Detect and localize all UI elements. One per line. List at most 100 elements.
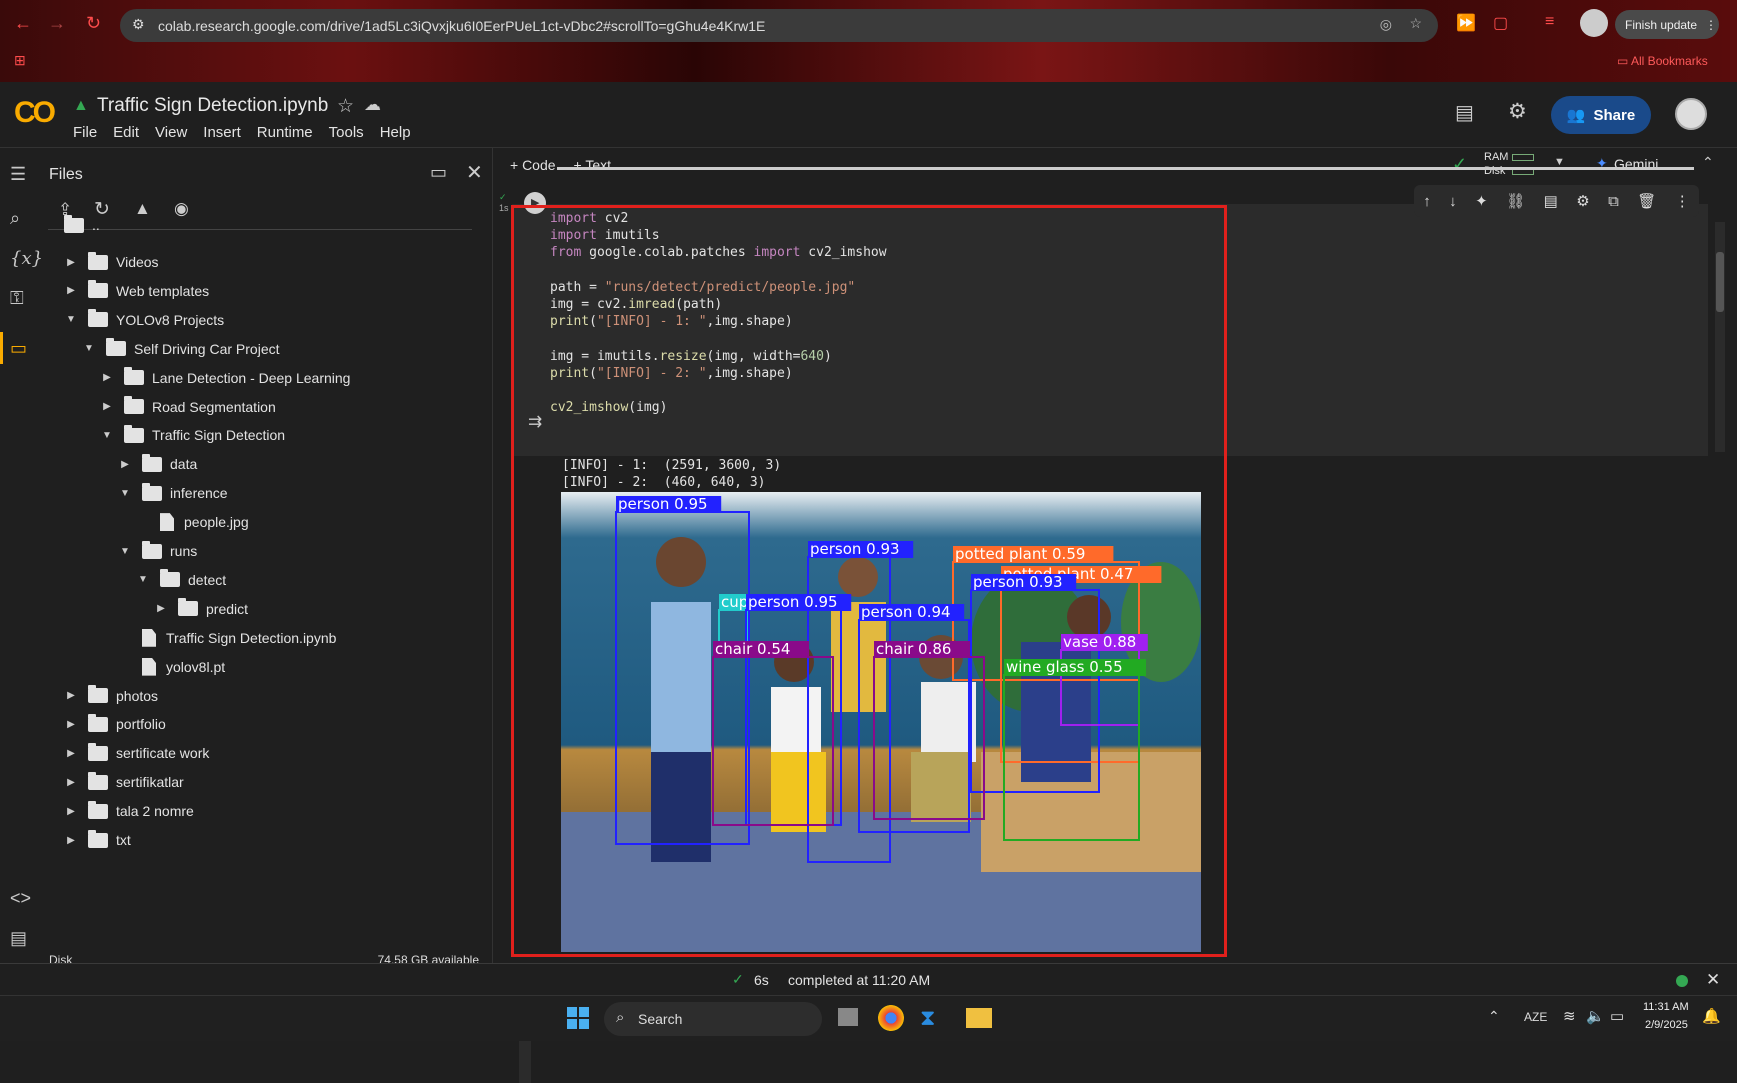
- caret-right-icon[interactable]: ▶: [64, 835, 78, 846]
- menu-file[interactable]: File: [73, 124, 97, 141]
- user-avatar[interactable]: [1675, 98, 1707, 130]
- star-icon[interactable]: ☆: [337, 95, 354, 118]
- search-icon[interactable]: ⌕: [10, 208, 20, 229]
- caret-down-icon[interactable]: ▼: [136, 574, 150, 585]
- all-bookmarks[interactable]: ▭ All Bookmarks: [1617, 54, 1708, 68]
- tree-item[interactable]: ▶ Road Segmentation: [100, 393, 276, 421]
- mirror-icon[interactable]: ⧉: [1608, 193, 1619, 210]
- variables-icon[interactable]: {x}: [10, 248, 43, 269]
- close-icon[interactable]: ✕: [1706, 970, 1720, 990]
- tree-item[interactable]: ▶ data: [118, 450, 197, 478]
- tree-item[interactable]: ▶ predict: [154, 595, 248, 623]
- caret-right-icon[interactable]: ▶: [154, 603, 168, 614]
- notebook-title[interactable]: Traffic Sign Detection.ipynb: [97, 95, 328, 117]
- tree-item[interactable]: ▶ Videos: [64, 248, 159, 276]
- extension-icon[interactable]: ⏩: [1456, 13, 1476, 33]
- address-bar[interactable]: ⚙ colab.research.google.com/drive/1ad5Lc…: [120, 9, 1438, 42]
- tree-item[interactable]: ▶ txt: [64, 826, 131, 854]
- link-icon[interactable]: ⛓: [1506, 192, 1525, 210]
- puzzle-icon[interactable]: ▢: [1493, 13, 1508, 33]
- vscode-icon[interactable]: ⧗: [920, 1005, 935, 1031]
- apps-icon[interactable]: ⊞: [14, 52, 26, 69]
- forward-icon[interactable]: →: [48, 13, 66, 34]
- tree-item[interactable]: ▼ runs: [118, 537, 197, 565]
- file-explorer-icon[interactable]: [966, 1008, 992, 1028]
- caret-down-icon[interactable]: ▼: [64, 314, 78, 325]
- close-icon[interactable]: ✕: [466, 160, 483, 185]
- more-icon[interactable]: ⋮: [1675, 192, 1690, 210]
- folder-icon[interactable]: ▭: [10, 338, 27, 359]
- wifi-icon[interactable]: ≋: [1563, 1007, 1576, 1025]
- tree-item[interactable]: ▼ Traffic Sign Detection: [100, 421, 285, 449]
- menu-view[interactable]: View: [155, 124, 187, 141]
- menu-runtime[interactable]: Runtime: [257, 124, 313, 141]
- caret-down-icon[interactable]: ▼: [100, 430, 114, 441]
- tree-item[interactable]: ▶ tala 2 nomre: [64, 797, 194, 825]
- tree-item[interactable]: ▼ inference: [118, 479, 228, 507]
- language-indicator[interactable]: AZE: [1524, 1010, 1547, 1024]
- key-icon[interactable]: ⚿: [10, 288, 24, 309]
- reading-list-icon[interactable]: ≡: [1545, 13, 1554, 31]
- colab-logo[interactable]: CO: [14, 96, 56, 130]
- comment-icon[interactable]: ▤: [1455, 100, 1474, 125]
- comment-icon[interactable]: ▤: [1544, 192, 1558, 210]
- eye-off-icon[interactable]: ◎: [1380, 16, 1392, 33]
- tree-item[interactable]: ▶ Lane Detection - Deep Learning: [100, 364, 350, 392]
- chevron-up-icon[interactable]: ⌃: [1488, 1008, 1500, 1025]
- tree-item[interactable]: ▶ photos: [64, 682, 158, 710]
- caret-right-icon[interactable]: ▶: [64, 748, 78, 759]
- tree-item[interactable]: ▼ YOLOv8 Projects: [64, 306, 224, 334]
- notebook-scrollbar[interactable]: [1715, 222, 1725, 452]
- caret-down-icon[interactable]: ▼: [82, 343, 96, 354]
- settings-icon[interactable]: ⚙: [1576, 192, 1589, 210]
- tree-item[interactable]: Traffic Sign Detection.ipynb: [118, 624, 336, 652]
- tree-item[interactable]: ▶ portfolio: [64, 710, 166, 738]
- toc-icon[interactable]: ☰: [10, 164, 26, 185]
- chrome-icon[interactable]: [878, 1005, 904, 1031]
- tree-item[interactable]: ▶ Web templates: [64, 277, 209, 305]
- code-snippets-icon[interactable]: <>: [10, 888, 31, 909]
- menu-tools[interactable]: Tools: [329, 124, 364, 141]
- tree-item[interactable]: yolov8l.pt: [118, 653, 225, 681]
- caret-right-icon[interactable]: ▶: [64, 806, 78, 817]
- delete-icon[interactable]: 🗑: [1637, 192, 1656, 210]
- caret-right-icon[interactable]: ▶: [118, 459, 132, 470]
- notification-bell-icon[interactable]: 🔔: [1702, 1007, 1721, 1025]
- clock-date[interactable]: 2/9/2025: [1645, 1019, 1688, 1031]
- move-up-icon[interactable]: ↑: [1423, 193, 1431, 210]
- hide-files-icon[interactable]: ◉: [174, 199, 189, 219]
- share-button[interactable]: 👥 Share: [1551, 96, 1651, 134]
- profile-avatar[interactable]: [1580, 9, 1608, 37]
- clock-time[interactable]: 11:31 AM: [1643, 1001, 1689, 1013]
- terminal-icon[interactable]: ▤: [10, 928, 27, 949]
- tree-item[interactable]: ▶ sertificate work: [64, 739, 209, 767]
- add-text-button[interactable]: + Text: [574, 157, 612, 173]
- task-view-icon[interactable]: [838, 1008, 858, 1026]
- caret-right-icon[interactable]: ▶: [64, 719, 78, 730]
- scroll-thumb[interactable]: [1716, 252, 1724, 312]
- volume-icon[interactable]: 🔈: [1586, 1007, 1605, 1025]
- caret-down-icon[interactable]: ▼: [118, 488, 132, 499]
- caret-down-icon[interactable]: ▼: [118, 546, 132, 557]
- settings-gear-icon[interactable]: ⚙: [1508, 99, 1527, 124]
- taskbar-search[interactable]: ⌕ Search: [604, 1002, 822, 1036]
- site-info-icon[interactable]: ⚙: [132, 16, 145, 33]
- cloud-icon[interactable]: ☁: [364, 95, 381, 115]
- open-in-tab-icon[interactable]: ▭: [430, 162, 447, 183]
- reload-icon[interactable]: ↻: [86, 13, 101, 34]
- caret-right-icon[interactable]: ▶: [64, 777, 78, 788]
- collapse-icon[interactable]: ⌃: [1702, 154, 1714, 171]
- add-code-button[interactable]: + Code: [510, 157, 556, 173]
- tree-item[interactable]: ▼ Self Driving Car Project: [82, 335, 280, 363]
- finish-update-button[interactable]: Finish update ⋮: [1615, 10, 1719, 39]
- caret-right-icon[interactable]: ▶: [64, 257, 78, 268]
- tree-item[interactable]: ▶ sertifikatlar: [64, 768, 184, 796]
- ai-sparkle-icon[interactable]: ✦: [1475, 192, 1488, 210]
- tree-parent[interactable]: ..: [64, 211, 100, 239]
- caret-right-icon[interactable]: ▶: [100, 372, 114, 383]
- caret-right-icon[interactable]: ▶: [64, 285, 78, 296]
- caret-right-icon[interactable]: ▶: [64, 690, 78, 701]
- menu-edit[interactable]: Edit: [113, 124, 139, 141]
- menu-help[interactable]: Help: [380, 124, 411, 141]
- windows-start-icon[interactable]: [567, 1007, 589, 1029]
